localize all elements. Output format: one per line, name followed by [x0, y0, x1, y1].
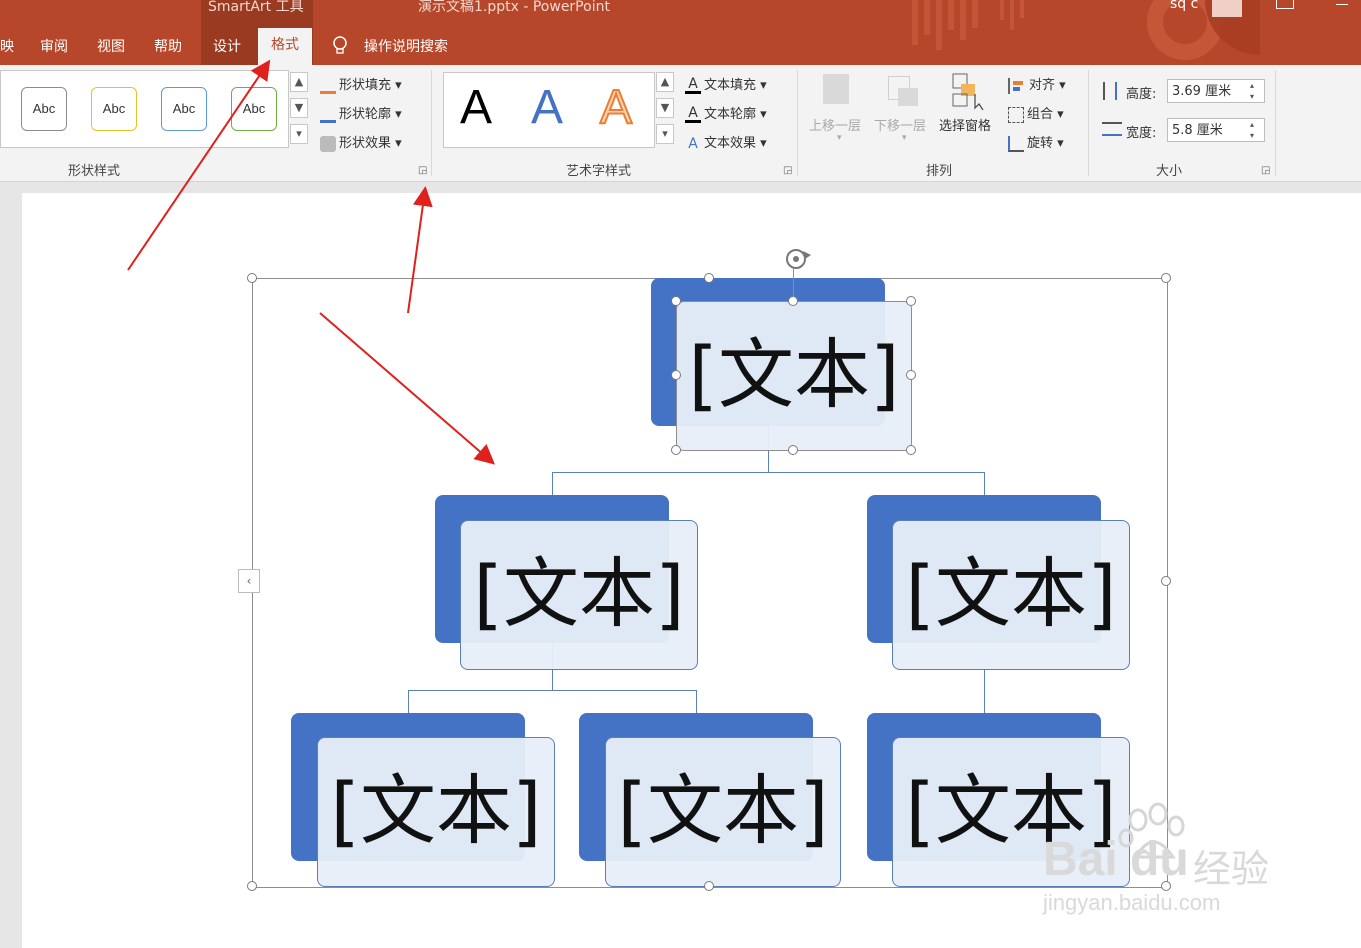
annotation-arrow-launcher — [407, 186, 433, 314]
watermark-cn: 经验 — [1193, 849, 1270, 891]
annotation-arrow-smartart — [319, 312, 496, 465]
watermark-url: jingyan.baidu.com — [1043, 890, 1221, 915]
annotation-arrow-format-tab — [127, 59, 271, 271]
watermark-brand-du: du — [1130, 833, 1189, 886]
watermark-brand: Bai — [1043, 833, 1118, 886]
